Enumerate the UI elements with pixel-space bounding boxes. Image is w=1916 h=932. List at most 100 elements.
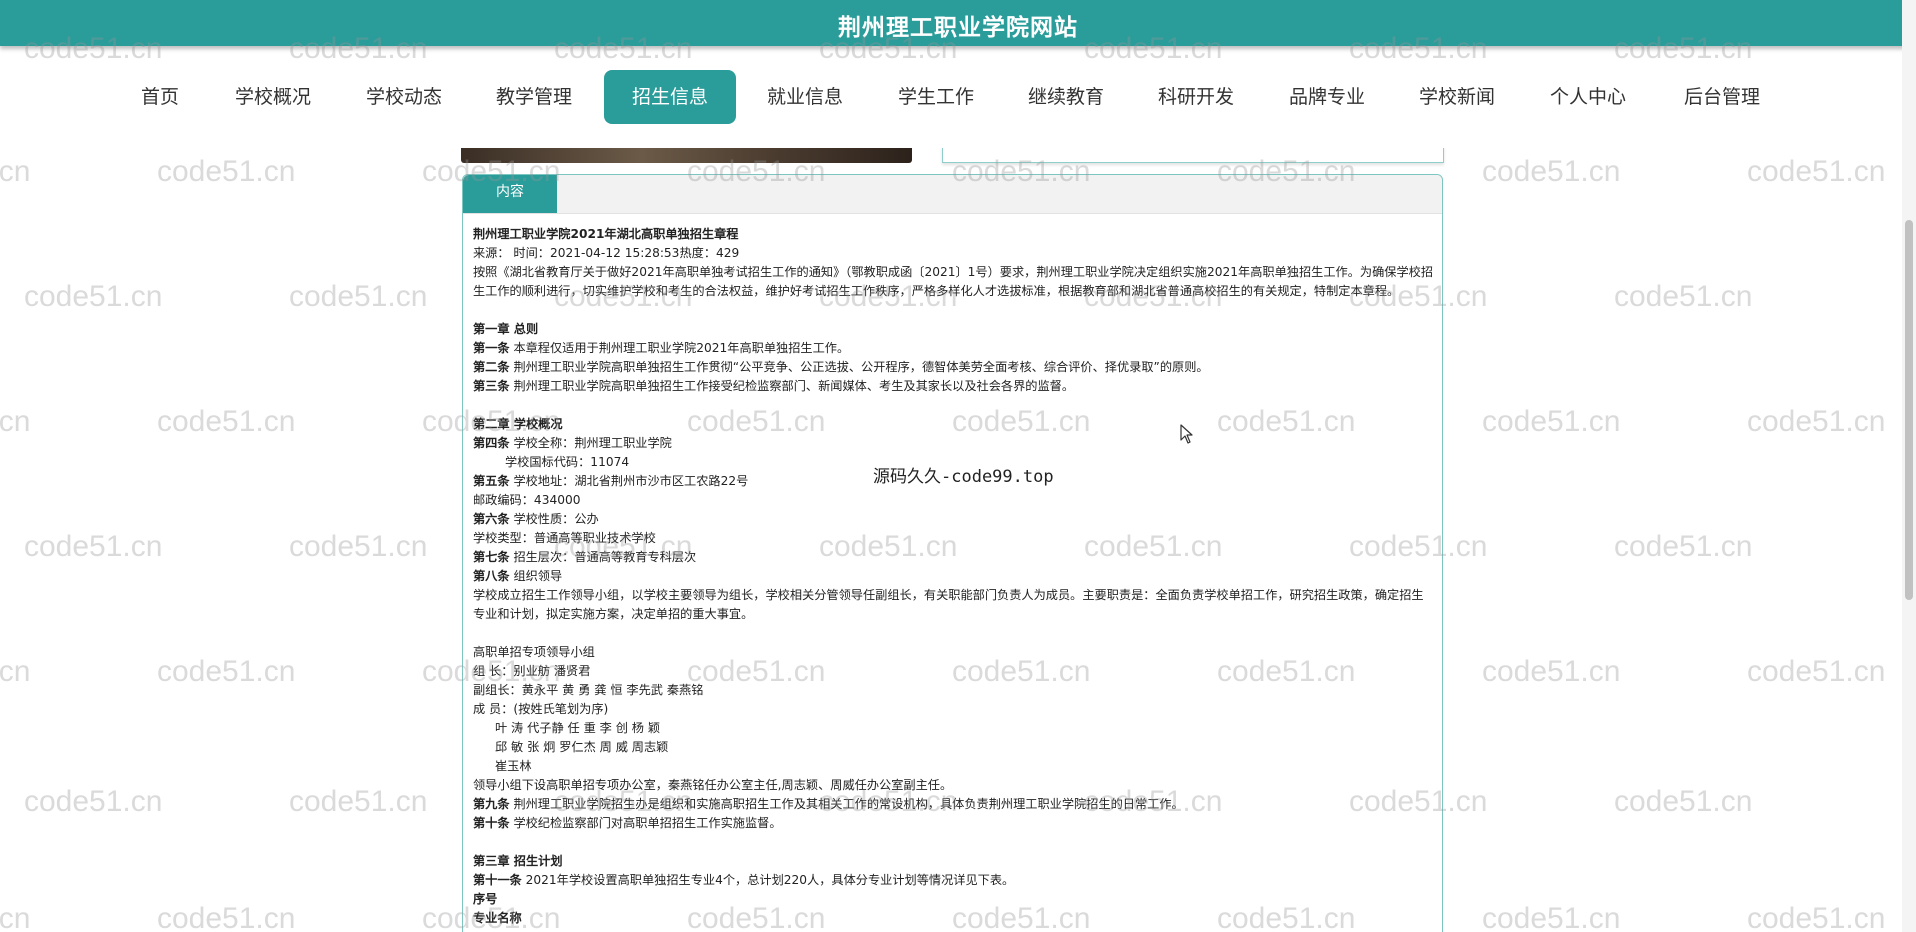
watermark: code51.cn [1482, 655, 1621, 688]
clause-label: 第三条 [473, 379, 510, 393]
clause-text: 荆州理工职业学院高职单独招生工作贯彻“公平竞争、公正选拔、公开程序，德智体美劳全… [513, 360, 1209, 374]
watermark: code51.cn [0, 655, 31, 688]
clause-text: 招生层次：普通高等教育专科层次 [513, 550, 697, 564]
article-meta: 来源： 时间：2021-04-12 15:28:53热度：429 [473, 246, 740, 260]
watermark: code51.cn [0, 902, 31, 932]
clause-text: 学校纪检监察部门对高职单招招生工作实施监督。 [513, 816, 782, 830]
tab-content[interactable]: 内容 [463, 175, 557, 213]
group-members-row: 邱 敏 张 炯 罗仁杰 周 威 周志颖 [495, 740, 669, 754]
watermark: code51.cn [1614, 280, 1753, 313]
table-header-major: 专业名称 [473, 911, 522, 925]
clause-text: 荆州理工职业学院招生办是组织和实施高职招生工作及其相关工作的常设机构，具体负责荆… [513, 797, 1184, 811]
watermark: code51.cn [289, 280, 428, 313]
article-line: 邮政编码：434000 [473, 493, 581, 507]
nav-item-employment[interactable]: 就业信息 [740, 70, 870, 124]
clause-text: 学校全称：荆州理工职业学院 [513, 436, 672, 450]
nav-item-home[interactable]: 首页 [95, 70, 225, 124]
watermark: code51.cn [157, 655, 296, 688]
article-line: 学校类型：普通高等职业技术学校 [473, 531, 656, 545]
page-scrollbar[interactable] [1902, 0, 1916, 932]
site-header: 荆州理工职业学院网站 [0, 0, 1916, 46]
watermark: code51.cn [289, 785, 428, 818]
nav-item-continuing-education[interactable]: 继续教育 [1001, 70, 1131, 124]
table-header-index: 序号 [473, 892, 498, 906]
chapter-heading: 第二章 学校概况 [473, 417, 563, 431]
group-title: 高职单招专项领导小组 [473, 645, 595, 659]
nav-item-personal-center[interactable]: 个人中心 [1523, 70, 1653, 124]
clause-text: 荆州理工职业学院高职单独招生工作接受纪检监察部门、新闻媒体、考生及其家长以及社会… [513, 379, 1075, 393]
clause-text: 2021年学校设置高职单独招生专业4个，总计划220人，具体分专业计划等情况详见… [525, 873, 1015, 887]
nav-item-admin[interactable]: 后台管理 [1657, 70, 1787, 124]
article-clause: 第八条 组织领导 [473, 567, 1435, 586]
nav-item-school-overview[interactable]: 学校概况 [208, 70, 338, 124]
clause-text: 组织领导 [513, 569, 563, 583]
group-members-heading: 成 员：(按姓氏笔划为序) [473, 702, 609, 716]
panel-header: 内容 [463, 175, 1442, 214]
nav-item-teaching[interactable]: 教学管理 [469, 70, 599, 124]
article-clause: 第十条 学校纪检监察部门对高职单招招生工作实施监督。 [473, 814, 1435, 833]
article-body: 荆州理工职业学院2021年湖北高职单独招生章程 来源： 时间：2021-04-1… [473, 225, 1435, 928]
watermark: code51.cn [1614, 530, 1753, 563]
watermark: code51.cn [24, 280, 163, 313]
article-clause: 第九条 荆州理工职业学院招生办是组织和实施高职招生工作及其相关工作的常设机构，具… [473, 795, 1435, 814]
article-intro: 按照《湖北省教育厅关于做好2021年高职单独考试招生工作的通知》（鄂教职成函〔2… [473, 265, 1434, 298]
watermark: code51.cn [1747, 405, 1886, 438]
nav-item-student-affairs[interactable]: 学生工作 [871, 70, 1001, 124]
watermark: code51.cn [157, 902, 296, 932]
clause-label: 第六条 [473, 512, 510, 526]
scrollbar-thumb[interactable] [1905, 220, 1913, 600]
clause-label: 第八条 [473, 569, 510, 583]
clause-label: 第十一条 [473, 873, 522, 887]
nav-item-brand-majors[interactable]: 品牌专业 [1262, 70, 1392, 124]
watermark: code51.cn [24, 530, 163, 563]
source-note: 源码久久-code99.top [873, 467, 1054, 487]
nav-item-school-news-feed[interactable]: 学校动态 [339, 70, 469, 124]
article-title: 荆州理工职业学院2021年湖北高职单独招生章程 [473, 227, 739, 241]
clause-label: 第二条 [473, 360, 510, 374]
article-clause: 第一条 本章程仅适用于荆州理工职业学院2021年高职单独招生工作。 [473, 339, 1435, 358]
info-box-bottom [942, 146, 1444, 163]
chapter-heading: 第一章 总则 [473, 322, 539, 336]
main-nav: 首页 学校概况 学校动态 教学管理 招生信息 就业信息 学生工作 继续教育 科研… [0, 46, 1916, 148]
article-line: 领导小组下设高职单招专项办公室，秦燕铭任办公室主任,周志颖、周威任办公室副主任。 [473, 778, 953, 792]
site-title: 荆州理工职业学院网站 [838, 15, 1078, 41]
watermark: code51.cn [0, 155, 31, 188]
article-clause: 第二条 荆州理工职业学院高职单独招生工作贯彻“公平竞争、公正选拔、公开程序，德智… [473, 358, 1435, 377]
clause-label: 第七条 [473, 550, 510, 564]
article-clause: 第三条 荆州理工职业学院高职单独招生工作接受纪检监察部门、新闻媒体、考生及其家长… [473, 377, 1435, 396]
clause-text: 本章程仅适用于荆州理工职业学院2021年高职单独招生工作。 [513, 341, 850, 355]
nav-item-admissions[interactable]: 招生信息 [604, 70, 736, 124]
group-members-row: 崔玉林 [495, 759, 532, 773]
watermark: code51.cn [1614, 785, 1753, 818]
article-paragraph: 学校成立招生工作领导小组，以学校主要领导为组长，学校相关分管领导任副组长，有关职… [473, 588, 1424, 621]
carousel-image-bottom [461, 146, 912, 163]
watermark: code51.cn [1482, 155, 1621, 188]
watermark: code51.cn [24, 785, 163, 818]
watermark: code51.cn [1747, 155, 1886, 188]
group-deputy: 副组长：黄永平 黄 勇 龚 恒 李先武 秦燕铭 [473, 683, 704, 697]
article-clause: 第七条 招生层次：普通高等教育专科层次 [473, 548, 1435, 567]
clause-label: 第十条 [473, 816, 510, 830]
watermark: code51.cn [157, 155, 296, 188]
clause-label: 第一条 [473, 341, 510, 355]
clause-text: 学校地址：湖北省荆州市沙市区工农路22号 [513, 474, 749, 488]
watermark: code51.cn [1747, 902, 1886, 932]
article-clause: 第六条 学校性质：公办 [473, 510, 1435, 529]
group-members-row: 叶 涛 代子静 任 重 李 创 杨 颖 [495, 721, 661, 735]
article-clause: 第四条 学校全称：荆州理工职业学院 [473, 434, 1435, 453]
watermark: code51.cn [1482, 405, 1621, 438]
clause-label: 第四条 [473, 436, 510, 450]
article-clause: 第十一条 2021年学校设置高职单独招生专业4个，总计划220人，具体分专业计划… [473, 871, 1435, 890]
clause-label: 第五条 [473, 474, 510, 488]
watermark: code51.cn [289, 530, 428, 563]
mouse-cursor-icon [1180, 424, 1193, 444]
nav-item-school-news[interactable]: 学校新闻 [1392, 70, 1522, 124]
chapter-heading: 第三章 招生计划 [473, 854, 563, 868]
watermark: code51.cn [1747, 655, 1886, 688]
watermark: code51.cn [157, 405, 296, 438]
content-panel: 内容 荆州理工职业学院2021年湖北高职单独招生章程 来源： 时间：2021-0… [462, 174, 1443, 932]
group-leader: 组 长：别业舫 潘贤君 [473, 664, 591, 678]
watermark: code51.cn [1482, 902, 1621, 932]
nav-item-research[interactable]: 科研开发 [1131, 70, 1261, 124]
clause-label: 第九条 [473, 797, 510, 811]
